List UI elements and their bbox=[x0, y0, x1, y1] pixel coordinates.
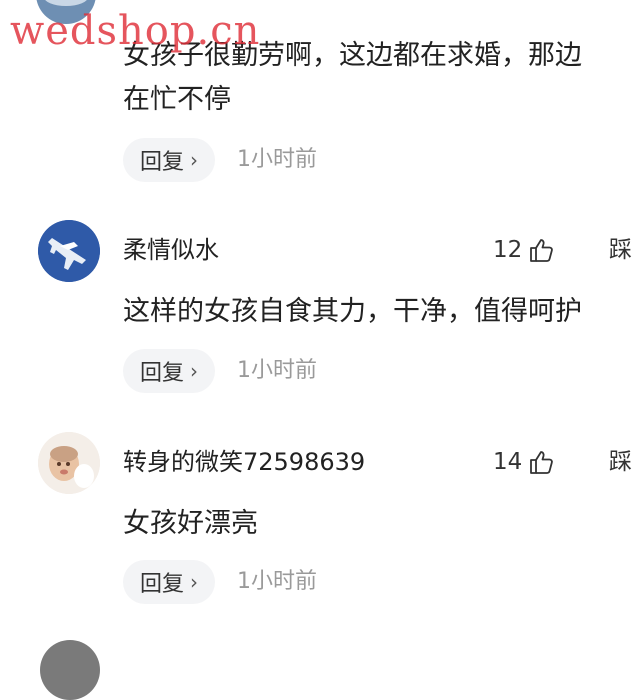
chevron-right-icon: › bbox=[190, 359, 198, 383]
comment-text: 女孩好漂亮 bbox=[123, 508, 258, 539]
chevron-right-icon: › bbox=[190, 148, 198, 172]
reply-label: 回复 bbox=[139, 572, 184, 597]
like-count: 12 bbox=[493, 237, 523, 263]
like-button[interactable]: 12 bbox=[493, 234, 554, 266]
timestamp: 1小时前 bbox=[237, 358, 317, 383]
avatar[interactable] bbox=[38, 220, 100, 282]
jet-icon bbox=[38, 220, 100, 282]
watermark: wedshop.cn bbox=[10, 8, 261, 54]
dislike-button[interactable]: 踩 bbox=[609, 446, 632, 478]
reply-button[interactable]: 回复 › bbox=[123, 349, 215, 393]
thumbs-up-icon bbox=[530, 239, 554, 262]
like-button[interactable]: 14 bbox=[493, 446, 554, 478]
reply-button[interactable]: 回复 › bbox=[123, 560, 215, 604]
thumbs-up-icon bbox=[530, 451, 554, 474]
dislike-button[interactable]: 踩 bbox=[609, 234, 632, 266]
reply-label: 回复 bbox=[139, 150, 184, 175]
like-count: 14 bbox=[493, 449, 523, 475]
timestamp: 1小时前 bbox=[237, 147, 317, 172]
timestamp: 1小时前 bbox=[237, 569, 317, 594]
avatar[interactable] bbox=[38, 432, 100, 494]
avatar[interactable] bbox=[40, 640, 100, 700]
baby-photo-icon bbox=[38, 432, 100, 494]
reply-button[interactable]: 回复 › bbox=[123, 138, 215, 182]
comment-text: 这样的女孩自食其力，干净，值得呵护 bbox=[123, 296, 582, 327]
username[interactable]: 柔情似水 bbox=[123, 234, 219, 266]
reply-label: 回复 bbox=[139, 361, 184, 386]
username[interactable]: 转身的微笑72598639 bbox=[123, 446, 365, 478]
comment-text-line: 在忙不停 bbox=[123, 84, 231, 115]
chevron-right-icon: › bbox=[190, 570, 198, 594]
